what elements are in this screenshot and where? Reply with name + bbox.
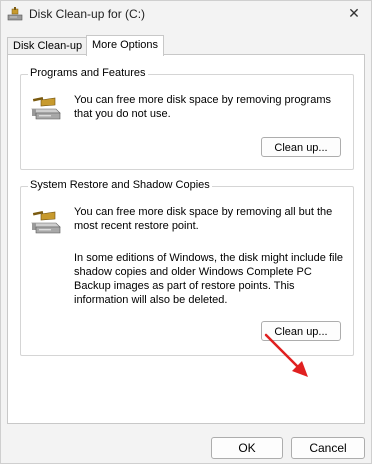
window-title: Disk Clean-up for (C:) xyxy=(29,7,146,21)
disk-cleanup-icon xyxy=(7,7,23,21)
more-options-panel: Programs and Features You can free more … xyxy=(7,54,365,424)
tab-more-options[interactable]: More Options xyxy=(86,35,165,56)
group-title: Programs and Features xyxy=(28,67,148,79)
close-icon: ✕ xyxy=(348,6,360,22)
close-button[interactable]: ✕ xyxy=(341,3,367,25)
programs-description: You can free more disk space by removing… xyxy=(74,94,331,120)
hard-drive-with-brush-icon xyxy=(31,96,61,120)
disk-cleanup-window: Disk Clean-up for (C:) ✕ Disk Clean-up M… xyxy=(0,0,372,464)
restore-note: In some editions of Windows, the disk mi… xyxy=(74,252,344,306)
red-arrow-annotation xyxy=(264,333,308,377)
restore-description: You can free more disk space by removing… xyxy=(74,206,333,232)
cancel-button[interactable]: Cancel xyxy=(291,437,365,459)
programs-clean-up-button[interactable]: Clean up... xyxy=(261,137,341,157)
group-title: System Restore and Shadow Copies xyxy=(28,179,212,191)
ok-button[interactable]: OK xyxy=(211,437,283,459)
title-bar: Disk Clean-up for (C:) ✕ xyxy=(1,1,371,27)
programs-and-features-group: Programs and Features You can free more … xyxy=(20,67,354,170)
tab-disk-cleanup[interactable]: Disk Clean-up xyxy=(7,37,89,55)
hard-drive-with-brush-icon xyxy=(31,210,61,234)
